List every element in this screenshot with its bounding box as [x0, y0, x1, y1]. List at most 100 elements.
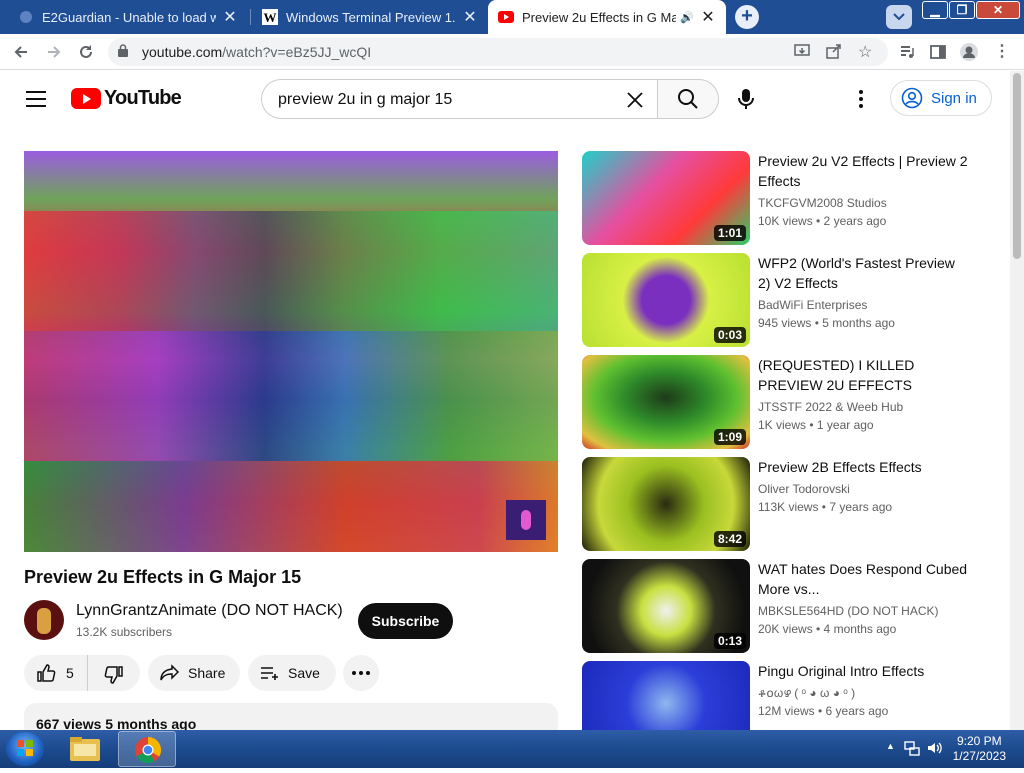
recommendation-title[interactable]: Preview 2B Effects Effects — [758, 457, 968, 477]
recommendation-item[interactable]: 0:03 WFP2 (World's Fastest Preview 2) V2… — [582, 253, 982, 347]
chrome-taskbar-button[interactable] — [118, 731, 176, 767]
minimize-button[interactable]: ▁ — [922, 1, 948, 19]
url-text: youtube.com/watch?v=eBz5JJ_wcQI — [142, 44, 371, 60]
microphone-icon[interactable] — [736, 88, 756, 110]
recommendation-channel[interactable]: TKCFGVM2008 Studios — [758, 196, 887, 210]
recommendation-channel[interactable]: Oliver Todorovski — [758, 482, 850, 496]
subscribe-button[interactable]: Subscribe — [358, 603, 453, 639]
more-actions-button[interactable] — [343, 655, 379, 691]
new-tab-button[interactable]: + — [735, 5, 759, 29]
tab-search-button[interactable] — [886, 5, 912, 29]
close-icon[interactable]: ✕ — [700, 7, 716, 27]
page-scrollbar[interactable] — [1010, 71, 1024, 730]
close-window-button[interactable]: ✕ — [976, 1, 1020, 19]
recommendation-item[interactable]: 0:13 WAT hates Does Respond Cubed More v… — [582, 559, 982, 653]
video-watermark — [506, 500, 546, 540]
channel-name[interactable]: LynnGrantzAnimate (DO NOT HACK) — [76, 602, 343, 620]
share-page-icon[interactable] — [826, 43, 842, 64]
account-icon — [901, 87, 923, 109]
channel-avatar[interactable] — [24, 600, 64, 640]
taskbar-clock[interactable]: 9:20 PM 1/27/2023 — [953, 734, 1006, 764]
install-icon[interactable] — [794, 43, 810, 64]
duration-badge: 8:42 — [713, 531, 746, 547]
media-control-icon[interactable] — [895, 40, 919, 64]
close-icon[interactable]: ✕ — [222, 7, 238, 27]
tab-separator — [250, 9, 251, 25]
chrome-icon — [135, 736, 162, 764]
system-tray: ▲ 9:20 PM 1/27/2023 — [874, 730, 1024, 768]
chrome-menu-icon[interactable]: ⋮ — [990, 40, 1014, 64]
share-button[interactable]: Share — [148, 655, 240, 691]
network-icon[interactable] — [904, 740, 920, 759]
recommendation-channel[interactable]: MBKSLE564HD (DO NOT HACK) — [758, 604, 939, 618]
recommendation-meta: 1K views • 1 year ago — [758, 418, 874, 432]
search-query[interactable]: preview 2u in g major 15 — [278, 91, 452, 109]
clock-time: 9:20 PM — [956, 734, 1002, 748]
show-hidden-icons-icon[interactable]: ▲ — [886, 741, 895, 751]
browser-toolbar: youtube.com/watch?v=eBz5JJ_wcQI ☆ ⋮ — [0, 34, 1024, 70]
clear-search-icon[interactable] — [626, 87, 644, 115]
folder-icon — [70, 737, 100, 761]
volume-icon[interactable] — [926, 740, 942, 759]
forward-icon[interactable] — [42, 40, 66, 64]
recommendation-item[interactable]: 1:01 Preview 2u V2 Effects | Preview 2 E… — [582, 151, 982, 245]
scrollbar-thumb[interactable] — [1013, 73, 1021, 259]
video-thumbnail[interactable]: 0:13 — [582, 559, 750, 653]
reload-icon[interactable] — [74, 40, 98, 64]
back-icon[interactable] — [9, 40, 33, 64]
youtube-header: YouTube preview 2u in g major 15 Sign in — [0, 71, 1010, 127]
start-button[interactable] — [6, 732, 44, 766]
sign-in-button[interactable]: Sign in — [890, 80, 992, 116]
speaker-icon[interactable]: 🔊 — [680, 11, 694, 24]
like-count: 5 — [66, 665, 74, 681]
tab-title: E2Guardian - Unable to load web — [42, 9, 216, 25]
tab-title: Preview 2u Effects in G Majo — [522, 9, 677, 25]
search-button[interactable] — [657, 79, 719, 119]
recommendation-title[interactable]: (REQUESTED) I KILLED PREVIEW 2U EFFECTS — [758, 355, 968, 395]
recommendation-channel[interactable]: BadWiFi Enterprises — [758, 298, 867, 312]
video-thumbnail[interactable]: 1:09 — [582, 355, 750, 449]
like-button[interactable]: 5 — [24, 655, 88, 691]
video-thumbnail[interactable]: 8:42 — [582, 457, 750, 551]
url-path: /watch?v=eBz5JJ_wcQI — [222, 44, 372, 60]
search-icon — [678, 89, 698, 109]
video-thumbnail[interactable]: 0:03 — [582, 253, 750, 347]
close-icon[interactable]: ✕ — [462, 7, 478, 27]
profile-icon[interactable] — [957, 40, 981, 64]
save-label: Save — [288, 665, 320, 681]
sign-in-label: Sign in — [931, 89, 977, 107]
tab-e2guardian[interactable]: E2Guardian - Unable to load web ✕ — [8, 0, 248, 34]
maximize-button[interactable]: ❐ — [949, 1, 975, 19]
file-explorer-taskbar-button[interactable] — [56, 731, 114, 767]
search-input[interactable]: preview 2u in g major 15 — [261, 79, 658, 119]
save-button[interactable]: Save — [248, 655, 336, 691]
bookmark-star-icon[interactable]: ☆ — [858, 42, 872, 62]
settings-menu-icon[interactable] — [855, 89, 867, 109]
tab-youtube-active[interactable]: Preview 2u Effects in G Majo 🔊 ✕ — [488, 0, 726, 34]
recommendation-meta: 10K views • 2 years ago — [758, 214, 887, 228]
tab-windows-terminal[interactable]: W Windows Terminal Preview 1.17 a ✕ — [252, 0, 488, 34]
video-player[interactable] — [24, 151, 558, 552]
recommendation-meta: 945 views • 5 months ago — [758, 316, 895, 330]
recommendation-channel[interactable]: JTSSTF 2022 & Weeb Hub — [758, 400, 903, 414]
clock-date: 1/27/2023 — [952, 749, 1006, 763]
video-frame — [24, 211, 558, 331]
recommendation-title[interactable]: WAT hates Does Respond Cubed More vs... — [758, 559, 968, 599]
recommendation-title[interactable]: Pingu Original Intro Effects — [758, 661, 968, 681]
video-thumbnail[interactable]: 1:01 — [582, 151, 750, 245]
recommendation-item[interactable]: 1:09 (REQUESTED) I KILLED PREVIEW 2U EFF… — [582, 355, 982, 449]
recommendation-title[interactable]: WFP2 (World's Fastest Preview 2) V2 Effe… — [758, 253, 968, 293]
hamburger-menu-icon[interactable] — [26, 91, 46, 107]
side-panel-icon[interactable] — [926, 40, 950, 64]
youtube-logo[interactable]: YouTube — [71, 87, 182, 110]
address-bar[interactable]: youtube.com/watch?v=eBz5JJ_wcQI ☆ — [108, 38, 888, 66]
lock-icon[interactable] — [118, 44, 128, 60]
video-frame — [24, 461, 558, 552]
recommendation-item[interactable]: 8:42 Preview 2B Effects Effects Oliver T… — [582, 457, 982, 551]
dislike-button[interactable] — [88, 659, 140, 688]
recommendation-channel[interactable]: ቆ໐ωഴ ( ᵒ ◕ ω ◕ ᵒ ) — [758, 686, 855, 701]
recommendation-meta: 20K views • 4 months ago — [758, 622, 897, 636]
share-label: Share — [188, 665, 226, 681]
recommendation-title[interactable]: Preview 2u V2 Effects | Preview 2 Effect… — [758, 151, 968, 191]
globe-icon — [18, 9, 34, 25]
